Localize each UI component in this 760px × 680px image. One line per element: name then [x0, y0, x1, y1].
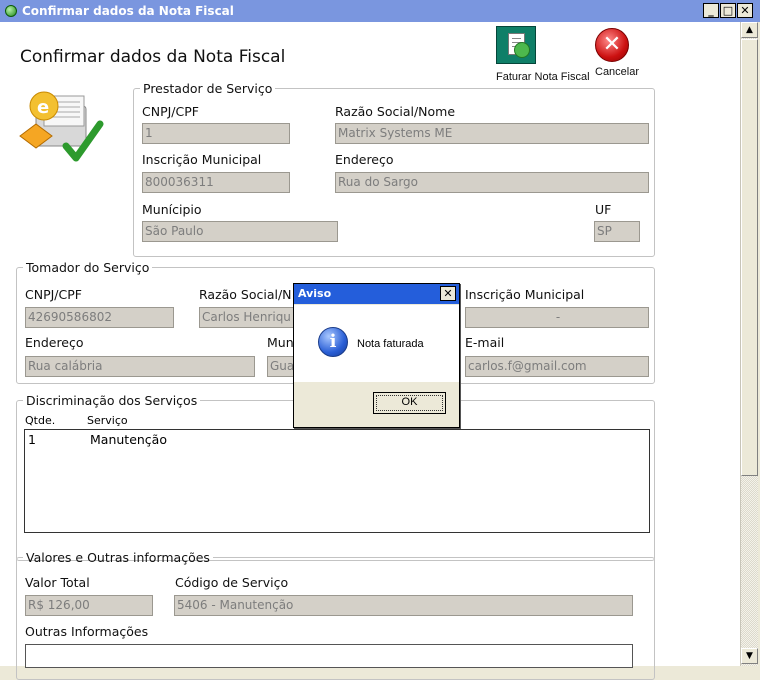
prestador-endereco-label: Endereço	[335, 152, 394, 167]
invoice-check-icon	[496, 26, 536, 64]
cancel-icon: ✕	[595, 28, 629, 62]
scroll-thumb[interactable]	[741, 39, 758, 476]
dialog-body: i Nota faturada	[294, 305, 459, 382]
window-title: Confirmar dados da Nota Fiscal	[22, 4, 234, 18]
page-title: Confirmar dados da Nota Fiscal	[20, 47, 286, 67]
close-window-button[interactable]: ✕	[737, 3, 753, 18]
invoice-illustration-icon: e	[19, 91, 104, 162]
tomador-municipio-label: Mun	[267, 335, 294, 350]
valor-total-field[interactable]: R$ 126,00	[25, 595, 153, 616]
tomador-cnpj-field[interactable]: 42690586802	[25, 307, 174, 328]
app-icon	[5, 5, 17, 17]
info-icon: i	[318, 327, 348, 357]
maximize-button[interactable]: □	[720, 3, 736, 18]
window-titlebar: Confirmar dados da Nota Fiscal _ □ ✕	[0, 0, 760, 22]
codigo-servico-field[interactable]: 5406 - Manutenção	[174, 595, 633, 616]
prestador-inscricao-label: Inscrição Municipal	[142, 152, 262, 167]
tomador-endereco-field[interactable]: Rua calábria	[25, 356, 255, 377]
prestador-municipio-field[interactable]: São Paulo	[142, 221, 338, 242]
prestador-municipio-label: Munícipio	[142, 202, 202, 217]
cancelar-button[interactable]: ✕ Cancelar	[595, 26, 639, 78]
prestador-endereco-field[interactable]: Rua do Sargo	[335, 172, 649, 193]
prestador-razao-label: Razão Social/Nome	[335, 104, 456, 119]
tomador-municipio-field[interactable]: Gua	[267, 356, 295, 377]
vertical-scrollbar[interactable]: ▲ ▼	[740, 22, 758, 666]
faturar-nota-fiscal-button[interactable]: Faturar Nota Fiscal	[496, 26, 590, 83]
servicos-col-servico: Serviço	[87, 414, 128, 427]
prestador-uf-label: UF	[595, 202, 612, 217]
tomador-razao-field[interactable]: Carlos Henriqu	[199, 307, 295, 328]
dialog-titlebar: Aviso ✕	[294, 284, 459, 304]
tomador-legend: Tomador do Serviço	[26, 260, 150, 275]
svg-text:e: e	[37, 97, 49, 118]
valor-total-label: Valor Total	[25, 575, 90, 590]
tomador-inscricao-label: Inscrição Municipal	[465, 287, 585, 302]
valores-legend: Valores e Outras informações	[26, 550, 210, 565]
tomador-cnpj-label: CNPJ/CPF	[25, 287, 82, 302]
prestador-legend: Prestador de Serviço	[143, 81, 273, 96]
scroll-up-button[interactable]: ▲	[741, 22, 758, 38]
prestador-cnpj-field[interactable]: 1	[142, 123, 290, 144]
servico-row-qtde: 1	[28, 432, 36, 447]
dialog-message: Nota faturada	[357, 338, 424, 350]
servicos-list[interactable]: 1 Manutenção	[24, 429, 650, 533]
servico-row-servico: Manutenção	[90, 432, 167, 447]
tomador-razao-label: Razão Social/N	[199, 287, 292, 302]
tomador-email-field[interactable]: carlos.f@gmail.com	[465, 356, 649, 377]
prestador-razao-field[interactable]: Matrix Systems ME	[335, 123, 649, 144]
prestador-uf-field[interactable]: SP	[594, 221, 640, 242]
tomador-email-label: E-mail	[465, 335, 505, 350]
servicos-legend: Discriminação dos Serviços	[26, 393, 198, 408]
dialog-close-button[interactable]: ✕	[440, 286, 456, 301]
cancelar-label: Cancelar	[595, 66, 640, 78]
servicos-col-qtde: Qtde.	[25, 414, 56, 427]
outras-informacoes-label: Outras Informações	[25, 624, 149, 639]
outras-informacoes-textarea[interactable]	[25, 644, 633, 668]
scroll-down-button[interactable]: ▼	[741, 648, 758, 664]
minimize-button[interactable]: _	[703, 3, 719, 18]
aviso-dialog: Aviso ✕ i Nota faturada OK	[293, 283, 460, 428]
tomador-inscricao-field[interactable]: -	[465, 307, 649, 328]
dialog-ok-button[interactable]: OK	[373, 392, 446, 414]
prestador-cnpj-label: CNPJ/CPF	[142, 104, 199, 119]
tomador-endereco-label: Endereço	[25, 335, 84, 350]
prestador-inscricao-field[interactable]: 800036311	[142, 172, 290, 193]
codigo-servico-label: Código de Serviço	[175, 575, 289, 590]
dialog-title: Aviso	[298, 287, 332, 300]
